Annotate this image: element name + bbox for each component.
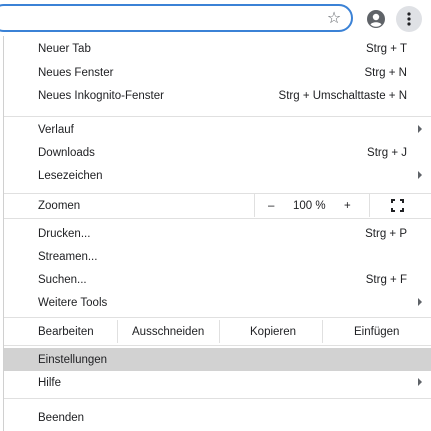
cut-button[interactable]: Ausschneiden xyxy=(132,320,204,343)
menu-item-shortcut: Strg + T xyxy=(365,42,407,55)
edit-divider xyxy=(322,320,323,343)
menu-item-downloads[interactable]: Downloads Strg + J xyxy=(4,141,431,164)
menu-item-shortcut: Strg + P xyxy=(365,227,407,240)
zoom-level: 100 % xyxy=(293,199,326,212)
menu-item-history[interactable]: Verlauf xyxy=(4,118,431,141)
menu-item-help[interactable]: Hilfe xyxy=(4,371,431,394)
menu-item-find[interactable]: Suchen... Strg + F xyxy=(4,268,431,291)
menu-separator xyxy=(4,345,431,346)
menu-item-shortcut: Strg + F xyxy=(365,273,407,286)
menu-item-label: Weitere Tools xyxy=(38,296,108,309)
menu-item-label: Streamen... xyxy=(38,250,98,263)
address-bar[interactable]: ☆ xyxy=(0,4,353,32)
menu-item-incognito[interactable]: Neues Inkognito-Fenster Strg + Umschaltt… xyxy=(4,84,431,107)
menu-separator xyxy=(4,317,431,318)
menu-item-label: Neuer Tab xyxy=(38,42,91,55)
menu-item-zoom: Zoomen – 100 % + xyxy=(4,194,431,217)
submenu-arrow-icon xyxy=(418,125,422,133)
menu-item-label: Bearbeiten xyxy=(38,325,94,338)
menu-item-edit: Bearbeiten Ausschneiden Kopieren Einfüge… xyxy=(4,320,431,343)
fullscreen-icon[interactable] xyxy=(391,199,404,212)
zoom-out-button[interactable]: – xyxy=(268,200,274,212)
menu-item-label: Einstellungen xyxy=(38,353,108,366)
copy-button[interactable]: Kopieren xyxy=(250,320,296,343)
zoom-in-button[interactable]: + xyxy=(344,200,351,212)
menu-item-shortcut: Strg + J xyxy=(367,146,407,159)
menu-item-new-tab[interactable]: Neuer Tab Strg + T xyxy=(4,37,431,60)
menu-button[interactable] xyxy=(396,6,422,32)
paste-button[interactable]: Einfügen xyxy=(354,320,399,343)
menu-separator xyxy=(4,398,431,399)
edit-divider xyxy=(117,320,118,343)
menu-item-label: Zoomen xyxy=(38,199,81,212)
menu-item-bookmarks[interactable]: Lesezeichen xyxy=(4,164,431,187)
menu-item-label: Downloads xyxy=(38,146,95,159)
menu-item-label: Hilfe xyxy=(38,376,62,389)
menu-item-new-window[interactable]: Neues Fenster Strg + N xyxy=(4,61,431,84)
menu-item-label: Neues Fenster xyxy=(38,66,114,79)
menu-item-exit[interactable]: Beenden xyxy=(4,406,431,429)
menu-item-shortcut: Strg + Umschalttaste + N xyxy=(278,89,407,102)
zoom-divider xyxy=(254,194,255,217)
menu-item-label: Suchen... xyxy=(38,273,87,286)
menu-item-shortcut: Strg + N xyxy=(364,66,407,79)
menu-item-label: Drucken... xyxy=(38,227,91,240)
star-icon[interactable]: ☆ xyxy=(325,9,343,27)
menu-item-more-tools[interactable]: Weitere Tools xyxy=(4,291,431,314)
menu-separator xyxy=(4,116,431,117)
menu-separator xyxy=(4,218,431,219)
menu-item-label: Verlauf xyxy=(38,123,74,136)
edit-divider xyxy=(219,320,220,343)
three-dot-vertical-icon xyxy=(407,12,411,26)
submenu-arrow-icon xyxy=(418,171,422,179)
submenu-arrow-icon xyxy=(418,298,422,306)
menu-item-label: Lesezeichen xyxy=(38,169,103,182)
browser-toolbar: ☆ xyxy=(0,0,431,36)
zoom-divider xyxy=(369,194,370,217)
menu-item-label: Neues Inkognito-Fenster xyxy=(38,89,164,102)
address-bar-focus-ring[interactable]: ☆ xyxy=(0,4,353,32)
menu-item-label: Beenden xyxy=(38,411,85,424)
menu-item-settings[interactable]: Einstellungen xyxy=(4,348,431,371)
app-menu: Neuer Tab Strg + T Neues Fenster Strg + … xyxy=(3,36,431,431)
profile-icon[interactable] xyxy=(366,9,386,29)
menu-item-cast[interactable]: Streamen... xyxy=(4,245,431,268)
submenu-arrow-icon xyxy=(418,378,422,386)
menu-item-print[interactable]: Drucken... Strg + P xyxy=(4,222,431,245)
